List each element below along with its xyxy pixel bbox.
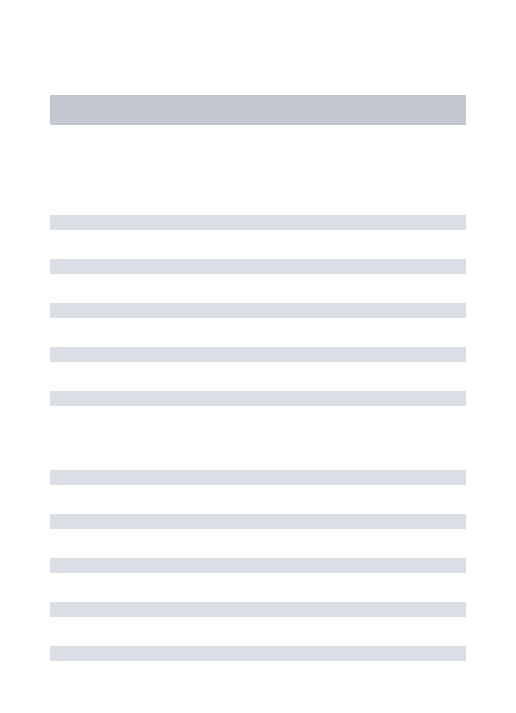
text-line-placeholder bbox=[50, 259, 466, 274]
text-line-placeholder bbox=[50, 602, 466, 617]
text-line-placeholder bbox=[50, 215, 466, 230]
text-line-placeholder bbox=[50, 303, 466, 318]
text-line-placeholder bbox=[50, 646, 466, 661]
text-line-placeholder bbox=[50, 558, 466, 573]
text-line-placeholder bbox=[50, 470, 466, 485]
text-line-placeholder bbox=[50, 391, 466, 406]
title-placeholder bbox=[50, 95, 466, 125]
text-line-placeholder bbox=[50, 347, 466, 362]
text-line-placeholder bbox=[50, 514, 466, 529]
